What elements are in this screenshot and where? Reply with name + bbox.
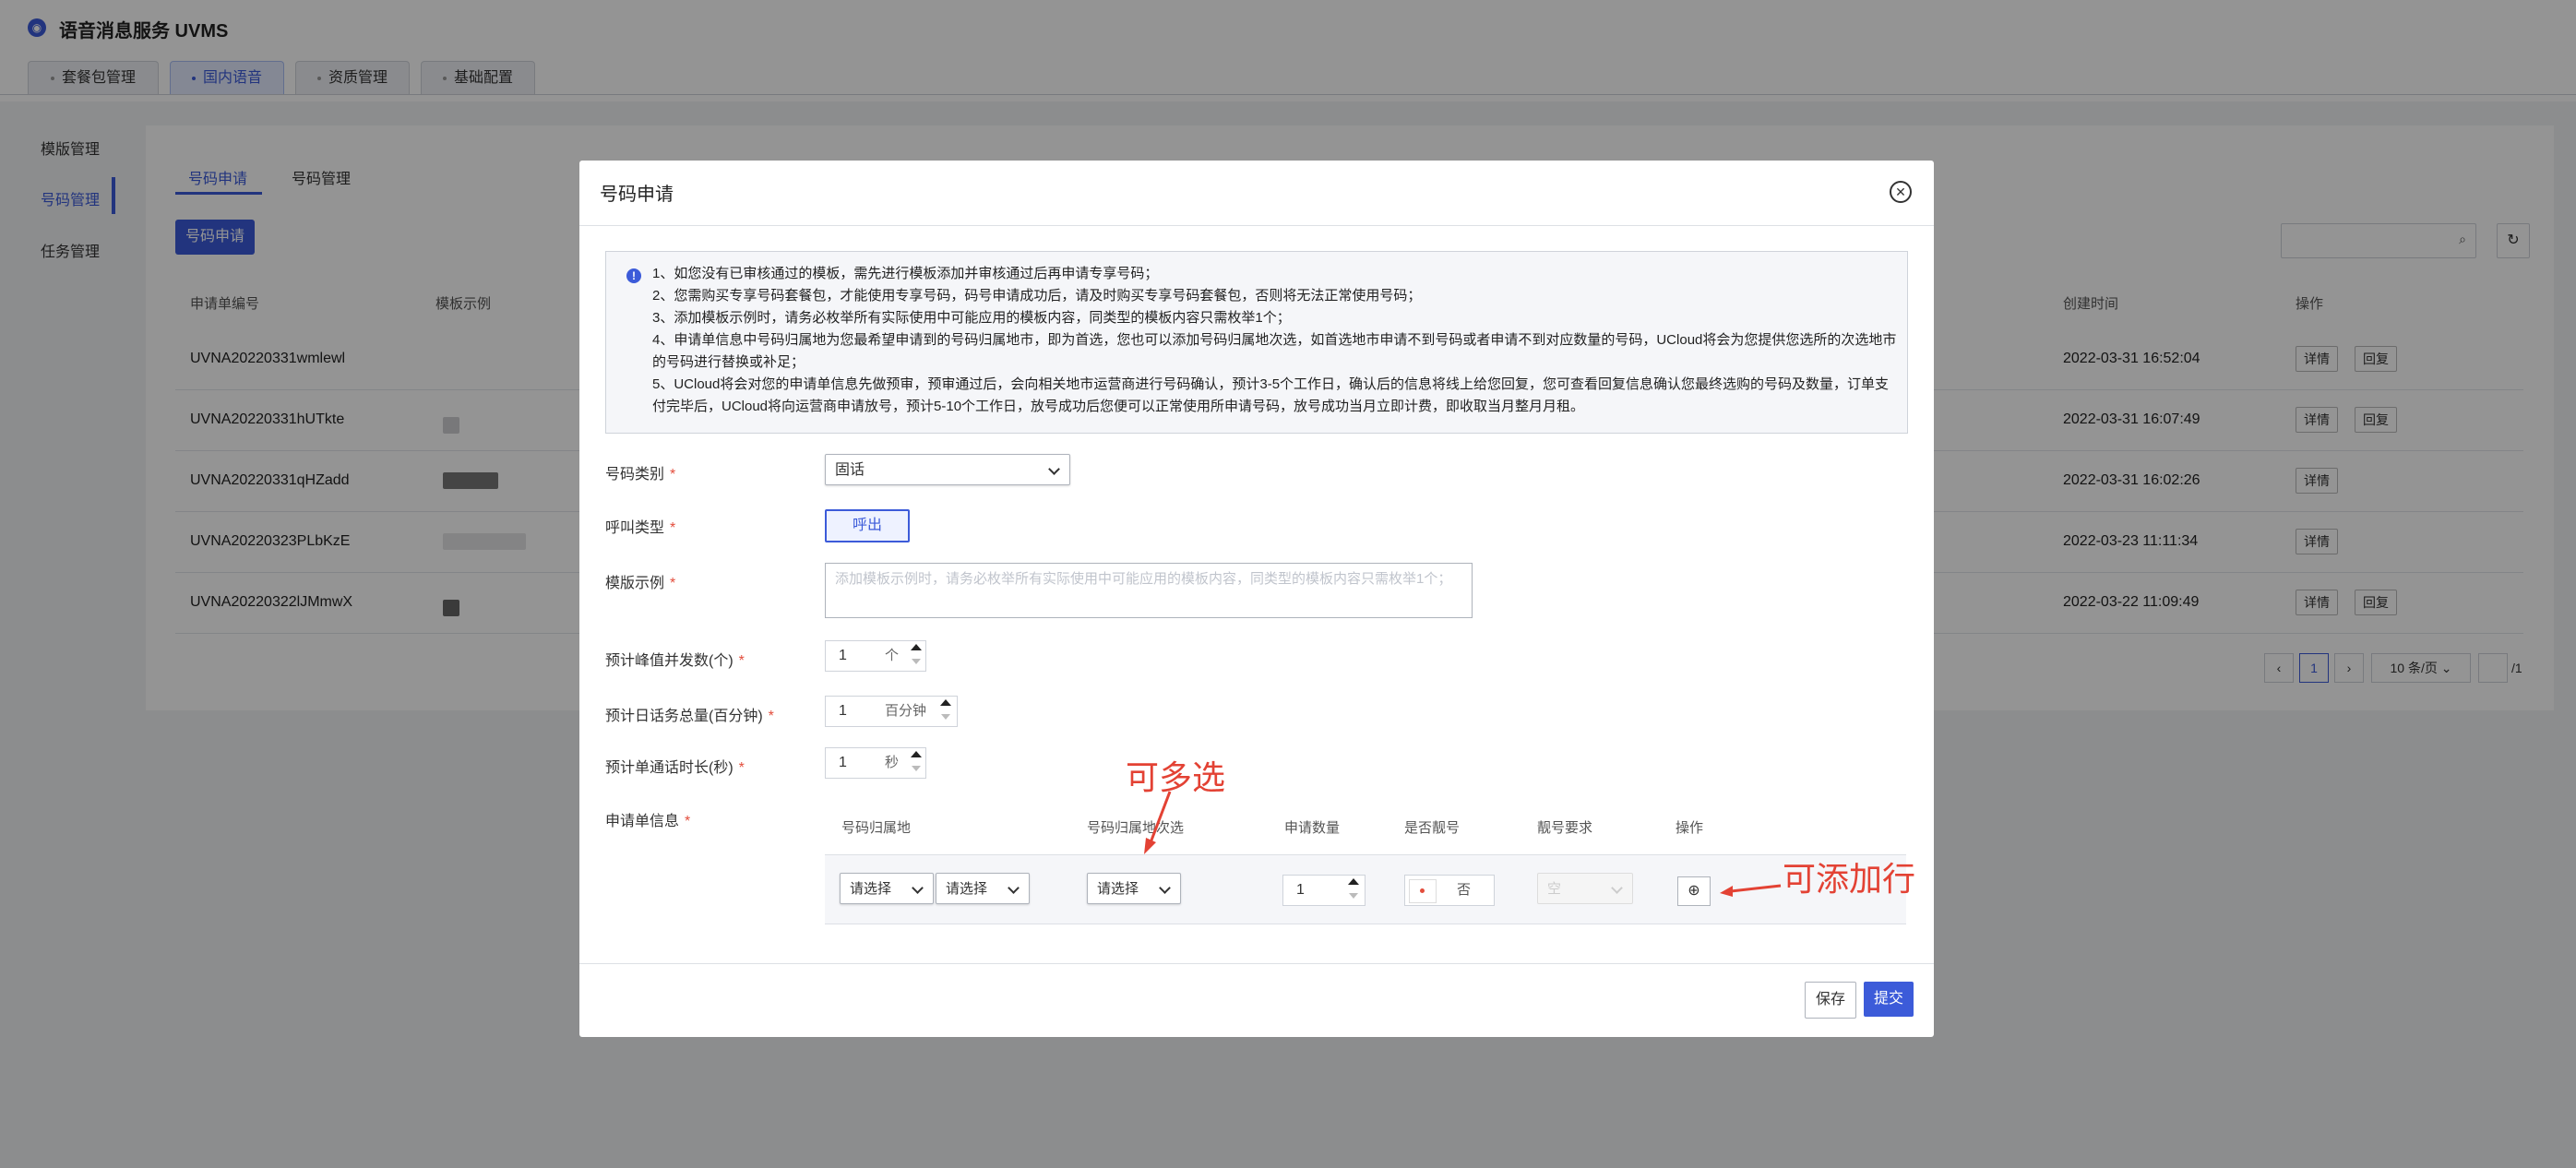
- notice-line: 2、您需购买专享号码套餐包，才能使用专享号码，码号申请成功后，请及时购买专享号码…: [652, 288, 1422, 304]
- city-select[interactable]: 请选择: [936, 873, 1030, 904]
- label-text: 申请单信息: [605, 814, 680, 829]
- call-duration-stepper[interactable]: 1 秒: [825, 747, 926, 779]
- chevron-down-icon: [1159, 882, 1171, 894]
- stepper-unit: 个: [885, 648, 900, 663]
- stepper-down-icon[interactable]: [941, 714, 950, 720]
- chevron-down-icon: [1611, 882, 1623, 894]
- application-label: 申请单信息 *: [605, 808, 690, 830]
- notice-box: ! 1、如您没有已审核通过的模板，需先进行模板添加并审核通过后再申请专享号码； …: [605, 251, 1908, 434]
- select-value: 请选择: [1097, 881, 1139, 897]
- label-text: 号码类别: [605, 467, 665, 483]
- col-is-pretty: 是否靓号: [1404, 820, 1461, 836]
- alt-location-select[interactable]: 请选择: [1087, 873, 1181, 904]
- stepper-value: 1: [1296, 882, 1305, 898]
- col-actions: 操作: [1676, 820, 1704, 836]
- number-type-select[interactable]: 固话: [825, 454, 1070, 485]
- required-mark: *: [738, 760, 745, 776]
- required-mark: *: [670, 576, 676, 591]
- plus-circle-icon: ⊕: [1688, 883, 1700, 899]
- notice-line: 1、如您没有已审核通过的模板，需先进行模板添加并审核通过后再申请专享号码；: [652, 266, 1159, 281]
- required-mark: *: [670, 520, 676, 536]
- close-icon[interactable]: ✕: [1890, 181, 1912, 203]
- province-select[interactable]: 请选择: [840, 873, 934, 904]
- quantity-stepper[interactable]: 1: [1282, 875, 1366, 906]
- stepper-up-icon[interactable]: [940, 699, 951, 706]
- stepper-unit: 秒: [885, 755, 900, 770]
- label-text: 预计单通话时长(秒): [605, 760, 733, 776]
- stepper-down-icon[interactable]: [912, 659, 921, 664]
- notice-line: 5、UCloud将会对您的申请单信息先做预审，预审通过后，会向相关地市运营商进行…: [652, 376, 1890, 414]
- col-location: 号码归属地: [841, 820, 912, 836]
- stepper-value: 1: [839, 648, 847, 663]
- chevron-down-icon: [912, 882, 924, 894]
- modal-divider: [579, 225, 1934, 226]
- notice-line: 3、添加模板示例时，请务必枚举所有实际使用中可能应用的模板内容，同类型的模板内容…: [652, 310, 1291, 326]
- select-value: 请选择: [850, 881, 892, 897]
- required-mark: *: [738, 653, 745, 669]
- label-text: 预计峰值并发数(个): [605, 653, 733, 669]
- add-row-button[interactable]: ⊕: [1677, 876, 1711, 906]
- label-text: 模版示例: [605, 576, 665, 591]
- call-duration-label: 预计单通话时长(秒) *: [605, 755, 745, 777]
- stepper-down-icon[interactable]: [912, 766, 921, 771]
- peak-concurrency-label: 预计峰值并发数(个) *: [605, 648, 745, 670]
- toggle-dot-icon: [1420, 888, 1425, 893]
- stepper-down-icon[interactable]: [1349, 893, 1358, 899]
- toggle-knob: [1409, 879, 1437, 903]
- stepper-unit: 百分钟: [885, 703, 927, 719]
- col-quantity: 申请数量: [1284, 820, 1341, 836]
- submit-button[interactable]: 提交: [1864, 982, 1914, 1017]
- stepper-value: 1: [839, 703, 847, 719]
- annotation-add-row: 可添加行: [1783, 860, 1916, 898]
- apply-number-modal: 号码申请 ✕ ! 1、如您没有已审核通过的模板，需先进行模板添加并审核通过后再申…: [579, 161, 1934, 1037]
- required-mark: *: [768, 709, 774, 724]
- modal-title: 号码申请: [600, 185, 674, 205]
- number-type-label: 号码类别 *: [605, 461, 675, 483]
- save-button[interactable]: 保存: [1805, 982, 1856, 1019]
- select-value: 固话: [835, 462, 865, 478]
- call-type-label: 呼叫类型 *: [605, 515, 675, 537]
- label-text: 预计日话务总量(百分钟): [605, 709, 763, 724]
- stepper-up-icon[interactable]: [911, 644, 922, 650]
- required-mark: *: [670, 467, 676, 483]
- daily-total-stepper[interactable]: 1 百分钟: [825, 696, 958, 727]
- chevron-down-icon: [1008, 882, 1020, 894]
- chevron-down-icon: [1048, 463, 1060, 475]
- pretty-req-select: 空: [1537, 873, 1633, 904]
- notice-line: 4、申请单信息中号码归属地为您最希望申请到的号码归属地市，即为首选，您也可以添加…: [652, 332, 1897, 370]
- modal-footer-divider: [579, 963, 1934, 964]
- required-mark: *: [685, 814, 691, 829]
- stepper-up-icon[interactable]: [1348, 878, 1359, 885]
- stepper-value: 1: [839, 755, 847, 770]
- template-label: 模版示例 *: [605, 570, 675, 592]
- stepper-up-icon[interactable]: [911, 751, 922, 757]
- peak-concurrency-stepper[interactable]: 1 个: [825, 640, 926, 672]
- col-pretty-req: 靓号要求: [1537, 820, 1593, 836]
- select-value: 请选择: [946, 881, 988, 897]
- annotation-arrow-icon: [1720, 884, 1782, 897]
- toggle-label: 否: [1457, 882, 1472, 898]
- daily-total-label: 预计日话务总量(百分钟) *: [605, 703, 774, 725]
- select-value: 空: [1547, 881, 1562, 897]
- annotation-arrow-icon: [1144, 791, 1172, 854]
- label-text: 呼叫类型: [605, 520, 665, 536]
- template-textarea[interactable]: 添加模板示例时，请务必枚举所有实际使用中可能应用的模板内容，同类型的模板内容只需…: [825, 563, 1473, 618]
- call-type-outbound-button[interactable]: 呼出: [825, 509, 910, 542]
- info-icon: !: [626, 268, 641, 283]
- pretty-toggle[interactable]: 否: [1404, 875, 1495, 906]
